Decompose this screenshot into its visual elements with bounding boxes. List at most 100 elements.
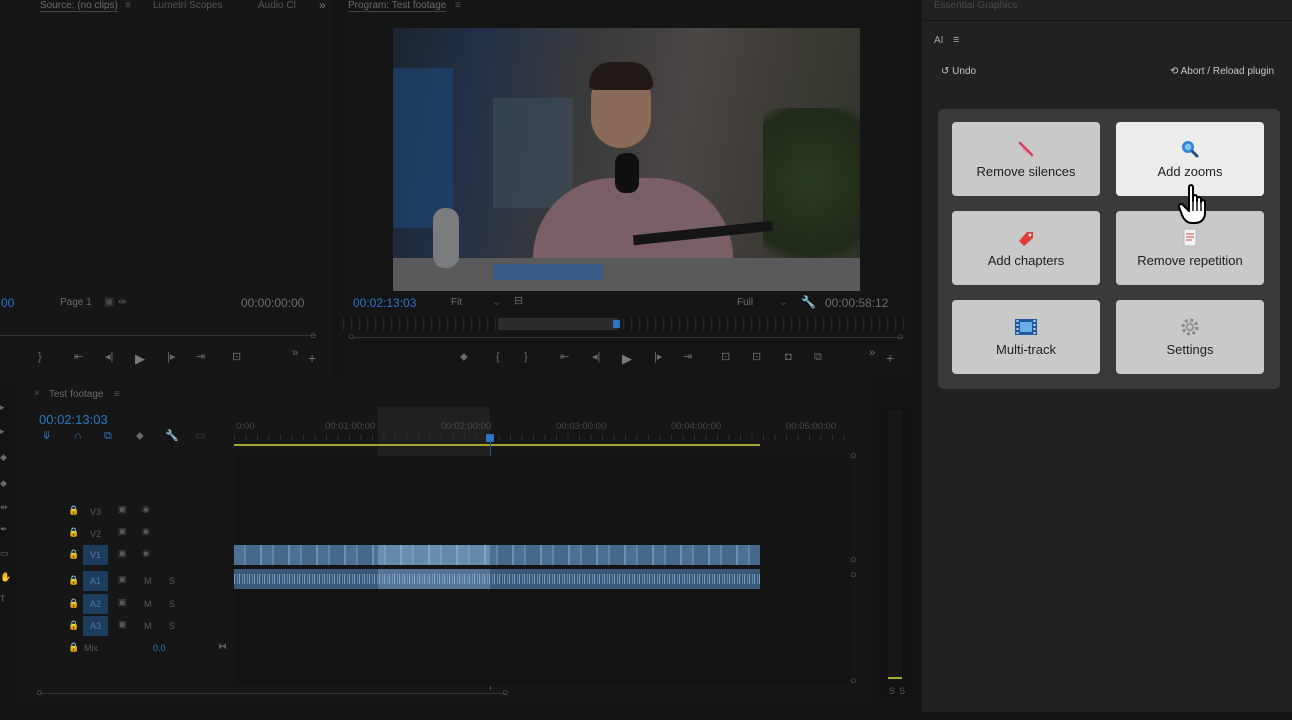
lock-icon[interactable]: 🔒 — [68, 598, 79, 609]
hand-tool-icon[interactable]: ✋ — [0, 573, 11, 582]
lock-icon[interactable]: 🔒 — [68, 505, 79, 516]
tab-lumetri-scopes[interactable]: Lumetri Scopes — [153, 0, 222, 11]
source-add-button-icon[interactable]: + — [308, 351, 316, 365]
vertical-scroll-mid-icon[interactable]: ○ — [850, 555, 857, 566]
vertical-scroll-bottom-icon[interactable]: ○ — [850, 676, 857, 687]
timeline-tab[interactable]: Test footage — [49, 389, 103, 400]
sync-icon[interactable]: ▣ — [118, 504, 127, 515]
type-tool-icon[interactable]: T — [0, 595, 6, 604]
program-add-button-icon[interactable]: + — [886, 351, 894, 365]
program-fit-dropdown[interactable]: Fit — [451, 297, 462, 308]
step-back-icon-2[interactable]: ◂| — [592, 352, 600, 363]
fit-chevron-icon[interactable]: ⌄ — [492, 297, 501, 308]
tab-source[interactable]: Source: (no clips) — [40, 0, 118, 12]
lock-icon[interactable]: 🔒 — [68, 642, 79, 653]
timeline-menu-icon[interactable]: ≡ — [114, 389, 120, 400]
mark-in-icon[interactable]: { — [496, 352, 500, 363]
go-to-out-icon[interactable]: ⇥ — [196, 352, 205, 363]
track-label-a3[interactable]: A3 — [83, 616, 108, 636]
lock-icon[interactable]: 🔒 — [68, 575, 79, 586]
video-clip-v1[interactable] — [234, 545, 760, 565]
mark-out-icon-2[interactable]: } — [524, 352, 528, 363]
track-label-a2[interactable]: A2 — [83, 594, 108, 614]
extract-icon[interactable]: ⊡ — [752, 352, 761, 363]
program-video-frame[interactable] — [393, 28, 860, 291]
track-label-a1[interactable]: A1 — [83, 571, 108, 591]
lift-icon[interactable]: ⊡ — [721, 352, 730, 363]
sync-icon[interactable]: ▣ — [118, 526, 127, 537]
pen-tool-icon[interactable]: ✒ — [0, 525, 8, 534]
meter-solo-left[interactable]: S — [889, 686, 895, 696]
lock-icon[interactable]: 🔒 — [68, 549, 79, 560]
add-marker-icon-2[interactable]: ⬥ — [136, 431, 144, 442]
track-label-v2[interactable]: V2 — [90, 529, 101, 539]
sync-icon[interactable]: ▣ — [118, 548, 127, 559]
source-more-icon[interactable]: » — [292, 348, 298, 359]
sync-icon[interactable]: ▣ — [118, 597, 127, 608]
selection-tool-icon[interactable]: ▸ — [0, 403, 5, 412]
step-forward-icon-2[interactable]: |▸ — [654, 352, 662, 363]
insert-icon[interactable]: ⊡ — [232, 352, 241, 363]
tab-audio-clip[interactable]: Audio Cl — [258, 0, 296, 11]
settings-button[interactable]: Settings — [1116, 300, 1264, 374]
meter-solo-right[interactable]: S — [899, 686, 905, 696]
source-timecode-in[interactable]: 00 — [1, 296, 14, 310]
program-title[interactable]: Program: Test footage — [348, 0, 447, 12]
mark-out-icon[interactable]: } — [38, 352, 42, 363]
play-icon[interactable]: ▶ — [135, 352, 145, 365]
mute-button[interactable]: M — [144, 621, 152, 631]
eye-icon[interactable]: ◉ — [142, 504, 150, 515]
step-back-icon[interactable]: ◂| — [105, 352, 113, 363]
solo-button[interactable]: S — [169, 599, 175, 609]
source-settings-icon[interactable]: ▣ ⇹ — [104, 297, 127, 308]
mix-end-icon[interactable]: ⧓ — [218, 641, 227, 652]
sync-icon[interactable]: ▣ — [118, 574, 127, 585]
go-to-in-icon-2[interactable]: ⇤ — [560, 352, 569, 363]
program-full-dropdown[interactable]: Full — [737, 297, 753, 308]
lock-icon[interactable]: 🔒 — [68, 527, 79, 538]
program-scrub-end-icon[interactable]: ○ — [897, 332, 904, 343]
multi-track-button[interactable]: Multi-track — [952, 300, 1100, 374]
linked-selection-icon[interactable]: ⧉ — [104, 431, 112, 442]
go-to-out-icon-2[interactable]: ⇥ — [683, 352, 692, 363]
program-zoom-region[interactable] — [498, 318, 618, 330]
comparison-view-icon[interactable]: ⧉ — [814, 352, 822, 363]
insert-nest-icon[interactable]: ⤋ — [42, 431, 51, 442]
add-marker-icon[interactable]: ⬥ — [460, 352, 468, 363]
program-settings-icon[interactable]: ⊟ — [514, 296, 523, 307]
wrench-icon[interactable]: 🔧 — [801, 296, 816, 308]
solo-button[interactable]: S — [169, 621, 175, 631]
undo-button[interactable]: ↺ Undo — [941, 66, 976, 77]
vertical-scroll-top-icon[interactable]: ○ — [850, 451, 857, 462]
captions-icon[interactable]: ▭ — [195, 431, 205, 442]
timeline-wrench-icon[interactable]: 🔧 — [165, 431, 179, 442]
rectangle-tool-icon[interactable]: ▭ — [0, 549, 9, 558]
source-menu-icon[interactable]: ≡ — [125, 0, 131, 11]
horizontal-scroll-start-icon[interactable]: ○ — [36, 688, 43, 699]
tab-essential-graphics[interactable]: Essential Graphics — [934, 0, 1017, 11]
timeline-close-icon[interactable]: × — [34, 389, 40, 399]
timeline-work-bar[interactable] — [234, 444, 760, 446]
program-menu-icon[interactable]: ≡ — [455, 0, 461, 11]
source-scrub-end-icon[interactable]: ○ — [310, 331, 317, 342]
track-label-v1[interactable]: V1 — [83, 545, 108, 565]
mute-button[interactable]: M — [144, 599, 152, 609]
slip-tool-icon[interactable]: ⇹ — [0, 503, 8, 512]
full-chevron-icon[interactable]: ⌄ — [779, 297, 788, 308]
program-scrub-start-icon[interactable]: ○ — [348, 332, 355, 343]
eye-icon[interactable]: ◉ — [142, 548, 150, 559]
track-label-v3[interactable]: V3 — [90, 507, 101, 517]
sync-icon[interactable]: ▣ — [118, 619, 127, 630]
eye-icon[interactable]: ◉ — [142, 526, 150, 537]
export-frame-icon[interactable]: ◘ — [785, 352, 792, 363]
go-to-in-icon[interactable]: ⇤ — [74, 352, 83, 363]
remove-silences-button[interactable]: Remove silences — [952, 122, 1100, 196]
program-mini-ruler[interactable] — [343, 318, 909, 330]
track-select-icon[interactable]: ▸ — [0, 427, 5, 436]
lock-icon[interactable]: 🔒 — [68, 620, 79, 631]
program-playhead[interactable] — [613, 320, 620, 328]
mix-value[interactable]: 0.0 — [153, 643, 166, 653]
ripple-edit-icon[interactable]: ◆ — [0, 453, 7, 462]
add-chapters-button[interactable]: Add chapters — [952, 211, 1100, 285]
abort-reload-button[interactable]: ⟲ Abort / Reload plugin — [1170, 66, 1274, 77]
